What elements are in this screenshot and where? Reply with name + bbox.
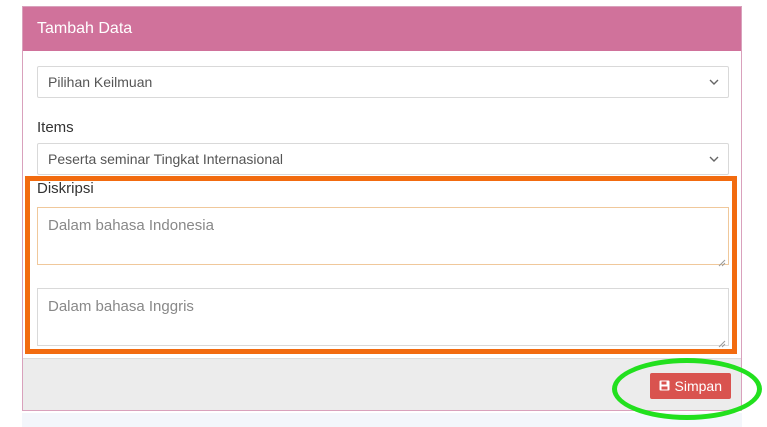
add-data-panel: Tambah Data Pilihan Keilmuan Items Peser… [22,6,742,411]
chevron-down-icon [708,67,720,97]
resize-grip-icon[interactable] [718,254,726,267]
panel-footer: Simpan [23,358,741,410]
description-english-textarea[interactable]: Dalam bahasa Inggris [37,288,729,348]
save-button-label: Simpan [674,378,722,394]
save-button[interactable]: Simpan [649,373,731,399]
resize-grip-icon[interactable] [718,335,726,348]
items-select[interactable]: Peserta seminar Tingkat Internasional [37,143,729,175]
description-indonesian-textarea[interactable]: Dalam bahasa Indonesia [37,207,729,267]
page-background-strip [22,413,742,427]
floppy-disk-icon [659,378,670,394]
textarea-placeholder: Dalam bahasa Indonesia [48,217,214,234]
panel-title: Tambah Data [23,7,741,51]
field-select-value: Pilihan Keilmuan [48,74,153,90]
textarea-placeholder: Dalam bahasa Inggris [48,298,194,315]
description-label: Diskripsi [37,180,94,197]
items-label: Items [37,119,74,136]
field-select[interactable]: Pilihan Keilmuan [37,66,729,98]
items-select-value: Peserta seminar Tingkat Internasional [48,151,284,167]
chevron-down-icon [708,144,720,174]
